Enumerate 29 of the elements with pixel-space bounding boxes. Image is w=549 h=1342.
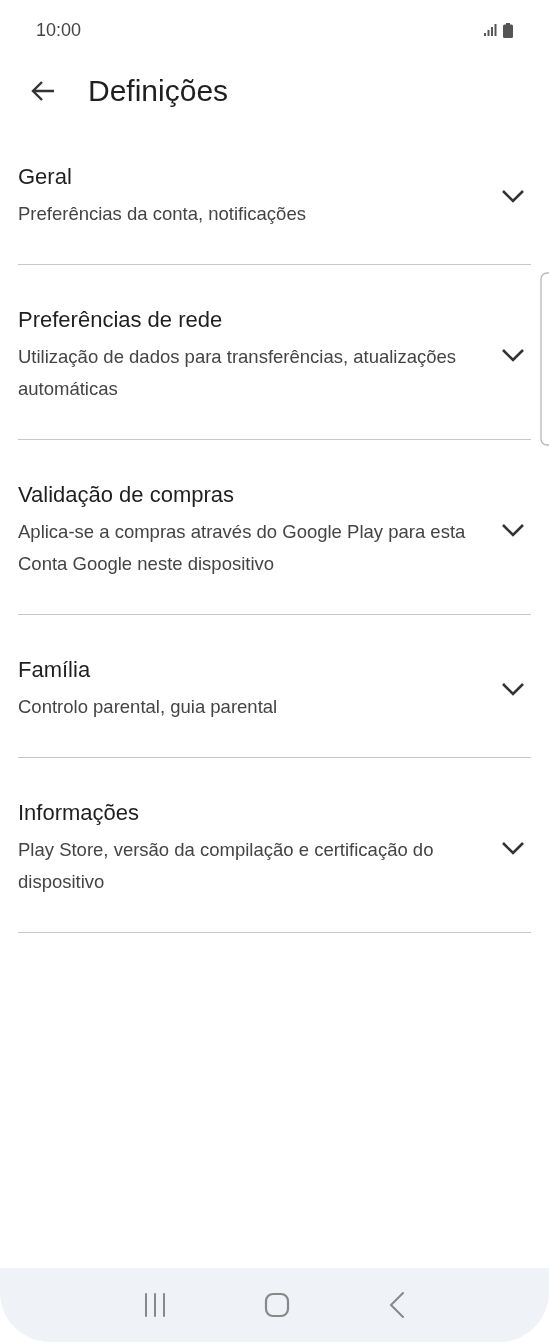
back-arrow-icon[interactable] <box>30 80 56 102</box>
section-subtitle: Utilização de dados para transferências, atualizações automáticas <box>18 345 458 401</box>
section-title: Informações <box>18 799 141 827</box>
section-title: Preferências de rede <box>18 306 224 334</box>
section-title: Família <box>18 656 92 684</box>
settings-section[interactable]: Validação de compras Aplica-se a compras através do Google Play para esta Conta Google neste dispositivo <box>18 440 531 615</box>
chevron-down-icon[interactable] <box>501 348 525 362</box>
chevron-down-icon[interactable] <box>501 841 525 855</box>
status-time: 10:00 <box>36 19 82 41</box>
section-title: Geral <box>18 163 73 191</box>
chevron-down-icon[interactable] <box>501 189 525 203</box>
scrollbar-icon <box>540 272 549 446</box>
settings-section[interactable]: Família Controlo parental, guia parental <box>18 615 531 758</box>
back-icon[interactable] <box>388 1292 405 1318</box>
section-subtitle: Controlo parental, guia parental <box>18 695 279 719</box>
recent-apps-icon[interactable] <box>144 1293 167 1317</box>
signal-icon <box>484 24 497 36</box>
home-icon[interactable] <box>264 1292 291 1318</box>
section-subtitle: Preferências da conta, notificações <box>18 202 307 226</box>
battery-icon <box>503 22 513 38</box>
chevron-down-icon[interactable] <box>501 523 525 537</box>
page-title: Definições <box>88 74 229 108</box>
section-subtitle: Aplica-se a compras através do Google Play para esta Conta Google neste dispositivo <box>18 520 467 576</box>
section-subtitle: Play Store, versão da compilação e certificação do dispositivo <box>18 838 435 894</box>
section-title: Validação de compras <box>18 481 236 509</box>
settings-section[interactable]: Informações Play Store, versão da compilação e certificação do dispositivo <box>18 758 531 933</box>
settings-section[interactable]: Geral Preferências da conta, notificações <box>18 122 531 265</box>
chevron-down-icon[interactable] <box>501 682 525 696</box>
settings-section[interactable]: Preferências de rede Utilização de dados para transferências, atualizações automáticas <box>18 265 531 440</box>
